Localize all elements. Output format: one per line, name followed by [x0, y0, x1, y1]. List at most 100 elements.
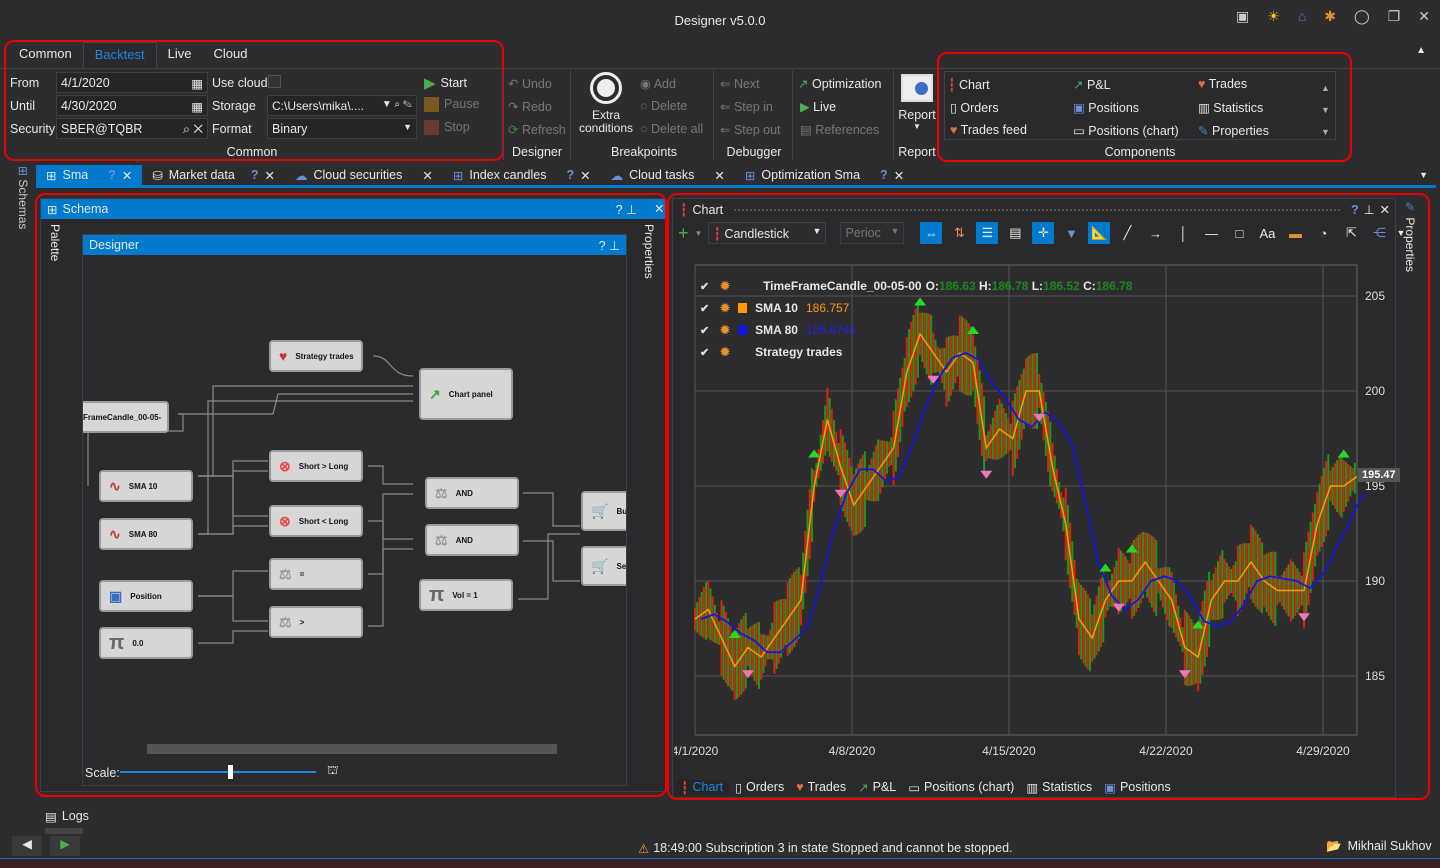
next-label: Next — [733, 77, 760, 91]
close-icon[interactable]: ✕ — [580, 168, 590, 183]
chevron-down-icon: ▼ — [913, 122, 921, 131]
next-button[interactable]: ⇐ Next — [720, 76, 760, 91]
layout-icon[interactable]: ▣ — [1236, 8, 1249, 25]
highlight-chart — [667, 193, 1430, 800]
tab-sma[interactable]: ⊞ Sma? ✕ — [36, 165, 143, 185]
document-tabs: ⊞ Sma? ✕ ⛁ Market data? ✕ ☁ Cloud securities ✕… — [36, 165, 1436, 188]
tab-cloud-securities[interactable]: ☁ Cloud securities ✕ — [285, 165, 443, 185]
highlight-components — [937, 52, 1352, 162]
help-icon[interactable]: ? — [566, 168, 574, 182]
help-icon[interactable]: ? — [108, 168, 116, 182]
step-out-button[interactable]: ⇐ Step out — [720, 122, 781, 137]
report-group-title: Report — [898, 145, 936, 159]
help-icon[interactable]: ? — [251, 168, 259, 182]
folder-user-icon: 📂 — [1326, 839, 1342, 853]
tab-label: Cloud tasks — [629, 168, 695, 182]
schemas-side-tab[interactable]: ⊞ Schemas — [12, 166, 30, 232]
live-label: Live — [813, 100, 837, 114]
report-icon — [901, 74, 933, 102]
help-icon[interactable]: ? — [880, 168, 888, 182]
report-button[interactable]: Report ▼ — [898, 74, 936, 131]
play-icon: ▶ — [800, 100, 810, 114]
taskbar-strip — [0, 858, 1440, 868]
report-label: Report — [898, 108, 936, 122]
status-message: ⚠ 18:49:00 Subscription 3 in state Stoppe… — [638, 841, 1013, 856]
tab-label: Optimization Sma — [761, 168, 861, 182]
status-text: 18:49:00 Subscription 3 in state Stopped… — [653, 841, 1013, 855]
step-in-button[interactable]: ⇐ Step in — [720, 99, 773, 114]
schema-icon: ⊞ — [744, 168, 756, 183]
schemas-label: Schemas — [16, 179, 30, 230]
close-icon[interactable]: ✕ — [1418, 8, 1430, 25]
window-title: Designer v5.0.0 — [674, 13, 766, 28]
separator — [792, 70, 793, 160]
schema-icon: ⊞ — [46, 168, 57, 183]
delete-breakpoint[interactable]: ○ Delete — [640, 99, 687, 113]
separator — [570, 70, 571, 160]
debugger-group-title: Debugger — [726, 145, 782, 159]
tab-label: Sma — [62, 168, 89, 182]
delete-all-breakpoints[interactable]: ○ Delete all — [640, 122, 703, 136]
breakpoints-group-title: Breakpoints — [610, 145, 677, 159]
tab-label: Market data — [168, 168, 235, 182]
schemas-icon: ⊞ — [16, 166, 30, 180]
cloud-icon: ☁ — [610, 168, 624, 183]
tab-market-data[interactable]: ⛁ Market data? ✕ — [142, 165, 285, 185]
user-button[interactable]: 📂 Mikhail Sukhov — [1326, 839, 1432, 854]
database-icon: ⛁ — [152, 168, 163, 183]
optimization-button[interactable]: ↗ Optimization — [798, 76, 881, 91]
references-button[interactable]: ▤ References — [800, 122, 879, 137]
record-icon — [590, 72, 622, 104]
logs-indicator — [45, 828, 83, 834]
tab-index-candles[interactable]: ⊞ Index candles? ✕ — [443, 165, 601, 185]
designer-group-title: Designer — [511, 145, 563, 159]
restore-icon[interactable]: ❐ — [1388, 8, 1401, 25]
references-label: References — [815, 123, 880, 137]
chat-icon[interactable]: ◯ — [1354, 8, 1370, 25]
redo-button[interactable]: ↷ Redo — [508, 99, 552, 114]
separator — [713, 70, 714, 160]
tab-optimization-sma[interactable]: ⊞ Optimization Sma? ✕ — [735, 165, 914, 185]
refresh-label: Refresh — [521, 123, 566, 137]
help-icon[interactable]: ⌂ — [1298, 8, 1306, 25]
close-icon[interactable]: ✕ — [122, 168, 132, 183]
highlight-schema — [35, 193, 667, 797]
forward-button[interactable]: ▶ — [50, 836, 80, 856]
schema-icon: ⊞ — [452, 168, 464, 183]
close-icon[interactable]: ✕ — [894, 168, 904, 183]
add-label: Add — [653, 77, 676, 91]
logs-label: Logs — [61, 809, 89, 823]
redo-label: Redo — [521, 100, 552, 114]
title-bar-icons: ▣ ☀ ⌂ ✱ ◯ ❐ ✕ — [1236, 8, 1430, 25]
extra-conditions-button[interactable]: Extra conditions — [577, 72, 635, 135]
back-button[interactable]: ◀ — [12, 836, 42, 856]
add-breakpoint[interactable]: ◉ Add — [640, 76, 676, 91]
delete-all-label: Delete all — [651, 122, 704, 136]
close-icon[interactable]: ✕ — [422, 168, 432, 183]
undo-label: Undo — [521, 77, 552, 91]
tab-label: Index candles — [469, 168, 547, 182]
tab-cloud-tasks[interactable]: ☁ Cloud tasks ✕ — [601, 165, 735, 185]
collapse-ribbon-icon[interactable]: ▲ — [1416, 45, 1426, 56]
bug-icon[interactable]: ✱ — [1324, 8, 1336, 25]
optimization-label: Optimization — [811, 77, 882, 91]
refresh-icon: ⟳ — [508, 123, 519, 137]
close-icon[interactable]: ✕ — [264, 168, 274, 183]
refresh-button[interactable]: ⟳ Refresh — [508, 122, 566, 137]
live-button[interactable]: ▶ Live — [800, 99, 836, 114]
close-icon[interactable]: ✕ — [714, 168, 724, 183]
theme-icon[interactable]: ☀ — [1267, 8, 1280, 25]
separator — [503, 70, 504, 160]
warning-icon: ⚠ — [638, 842, 650, 856]
user-name: Mikhail Sukhov — [1347, 839, 1432, 853]
logs-button[interactable]: ▤ Logs — [45, 809, 89, 824]
step-out-label: Step out — [733, 123, 781, 137]
step-in-label: Step in — [733, 100, 773, 114]
tabs-dropdown-icon[interactable]: ▼ — [1419, 170, 1428, 180]
highlight-common — [4, 40, 504, 161]
extra-conditions-label: Extra conditions — [578, 108, 634, 135]
chart-line-icon: ↗ — [798, 77, 809, 91]
separator — [893, 70, 894, 160]
undo-button[interactable]: ↶ Undo — [508, 76, 552, 91]
title-bar: Designer v5.0.0 ▣ ☀ ⌂ ✱ ◯ ❐ ✕ — [0, 0, 1440, 40]
